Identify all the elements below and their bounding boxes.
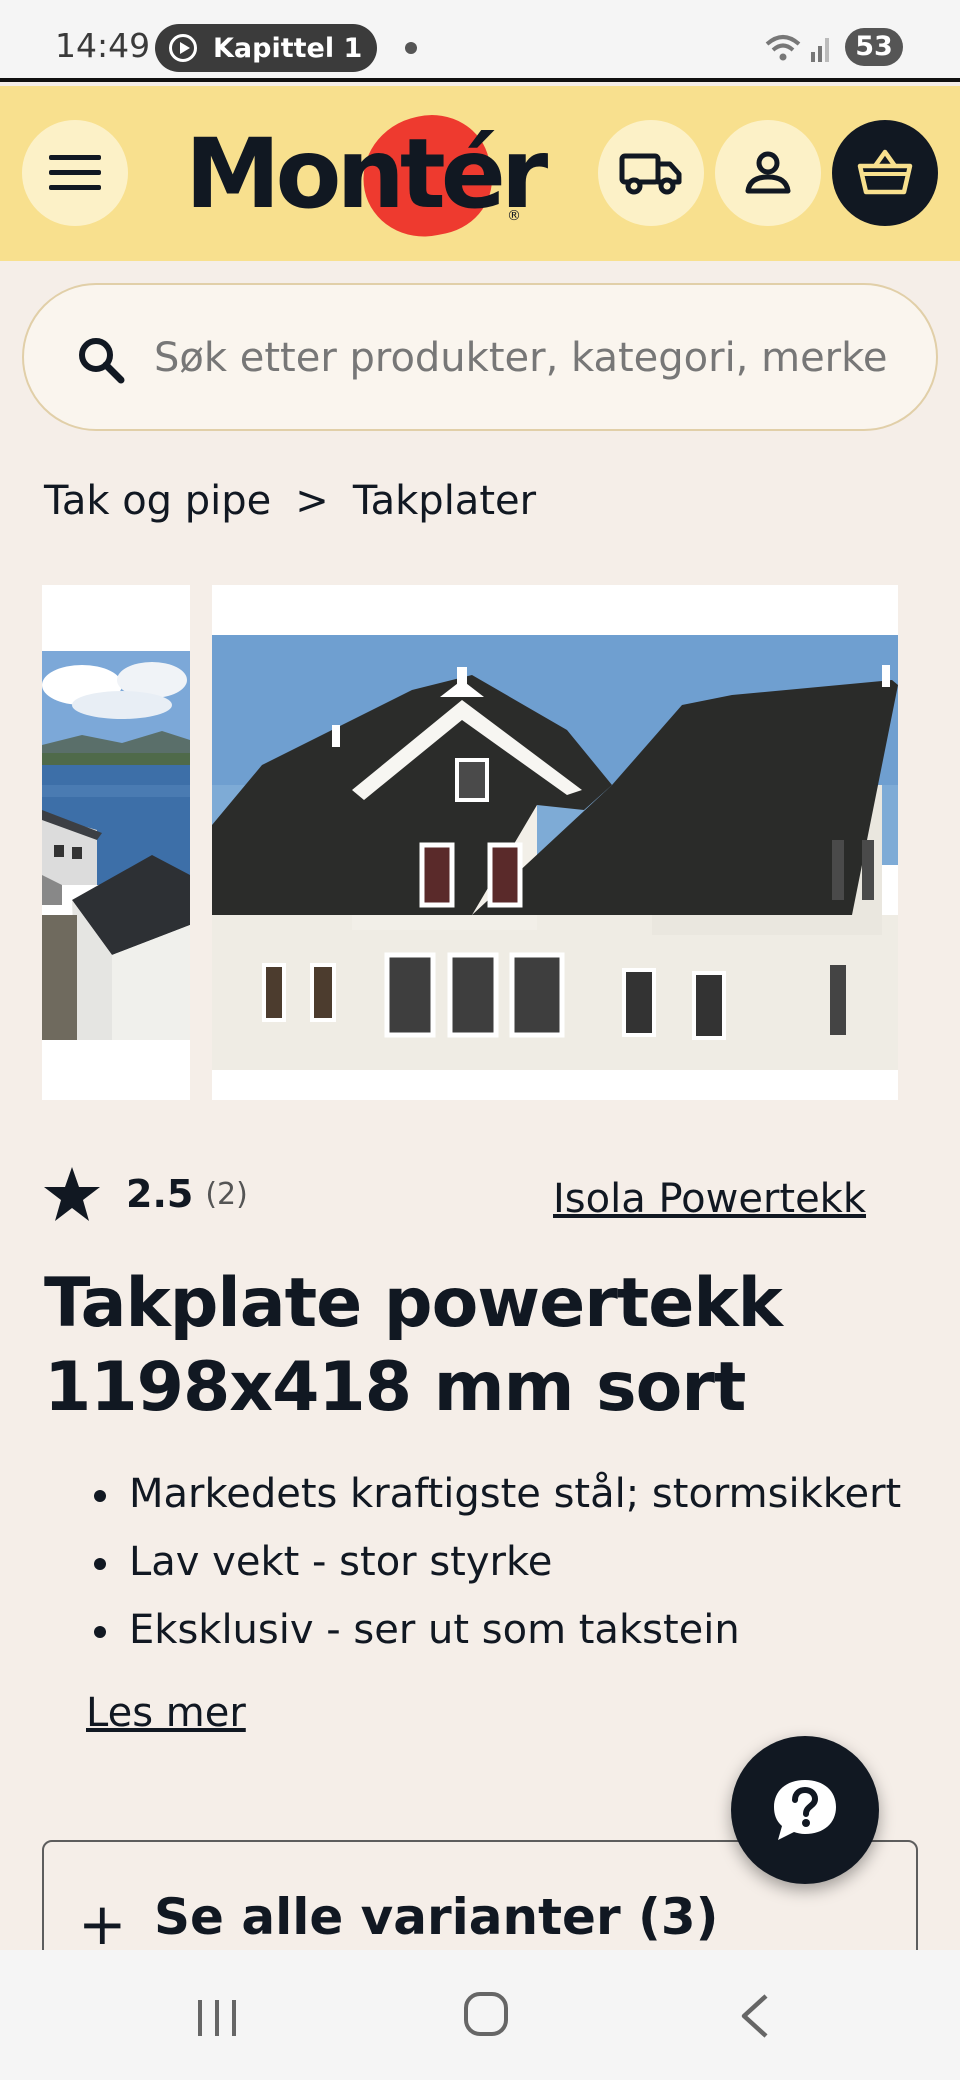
recents-icon[interactable] <box>196 1998 238 2038</box>
back-icon[interactable] <box>738 1992 770 2040</box>
status-bar: 14:49 Kapittel 1 a 53 <box>0 0 960 82</box>
product-rating[interactable]: 2.5 (2) <box>42 1165 248 1223</box>
truck-icon <box>619 153 682 195</box>
lake-house-image <box>42 585 190 1100</box>
highlight-item: Eksklusiv - ser ut som takstein <box>92 1596 901 1664</box>
search-icon <box>79 338 125 384</box>
question-bubble-icon <box>774 1780 836 1840</box>
breadcrumb-item-tak-og-pipe[interactable]: Tak og pipe <box>44 478 271 524</box>
site-header: Montér ® <box>0 86 960 261</box>
menu-button[interactable] <box>22 120 128 226</box>
battery-indicator: 53 <box>845 28 903 66</box>
variants-label: Se alle varianter (3) <box>154 1888 719 1946</box>
breadcrumb-item-takplater[interactable]: Takplater <box>353 478 536 524</box>
media-chip[interactable]: Kapittel 1 a <box>155 24 377 72</box>
product-highlights: Markedets kraftigste stål; stormsikkert … <box>92 1460 901 1664</box>
rating-value: 2.5 <box>126 1172 194 1216</box>
plus-icon: + <box>78 1890 127 1958</box>
brand-link[interactable]: Isola Powertekk <box>553 1176 866 1222</box>
logo-text: Montér <box>185 118 548 230</box>
breadcrumb: Tak og pipe > Takplater <box>44 478 536 524</box>
highlight-item: Markedets kraftigste stål; stormsikkert <box>92 1460 901 1528</box>
montér-logo[interactable]: Montér ® <box>185 104 548 248</box>
home-icon[interactable] <box>464 1992 508 2036</box>
search-input[interactable] <box>154 325 914 391</box>
account-button[interactable] <box>715 120 821 226</box>
star-icon <box>44 1167 100 1221</box>
breadcrumb-separator: > <box>295 478 329 524</box>
signal-icon <box>765 30 835 71</box>
read-more-link[interactable]: Les mer <box>86 1690 246 1736</box>
basket-icon <box>857 149 913 195</box>
help-button[interactable] <box>731 1736 879 1884</box>
highlight-item: Lav vekt - stor styrke <box>92 1528 901 1596</box>
rating-count: (2) <box>205 1176 248 1212</box>
product-title: Takplate powertekk 1198x418 mm sort <box>44 1264 783 1427</box>
product-image-main[interactable] <box>212 585 898 1100</box>
search-bar[interactable] <box>22 283 938 431</box>
system-nav-bar <box>0 1950 960 2080</box>
media-chip-label: Kapittel 1 a <box>213 33 363 64</box>
play-icon <box>169 34 197 62</box>
user-icon <box>745 151 791 194</box>
status-time: 14:49 <box>55 26 151 65</box>
white-house-black-roof-image <box>212 585 898 1100</box>
product-image-thumbnail[interactable] <box>42 585 190 1100</box>
hamburger-icon <box>49 155 101 190</box>
notification-dot <box>405 42 417 54</box>
delivery-button[interactable] <box>598 120 704 226</box>
cart-button[interactable] <box>832 120 938 226</box>
